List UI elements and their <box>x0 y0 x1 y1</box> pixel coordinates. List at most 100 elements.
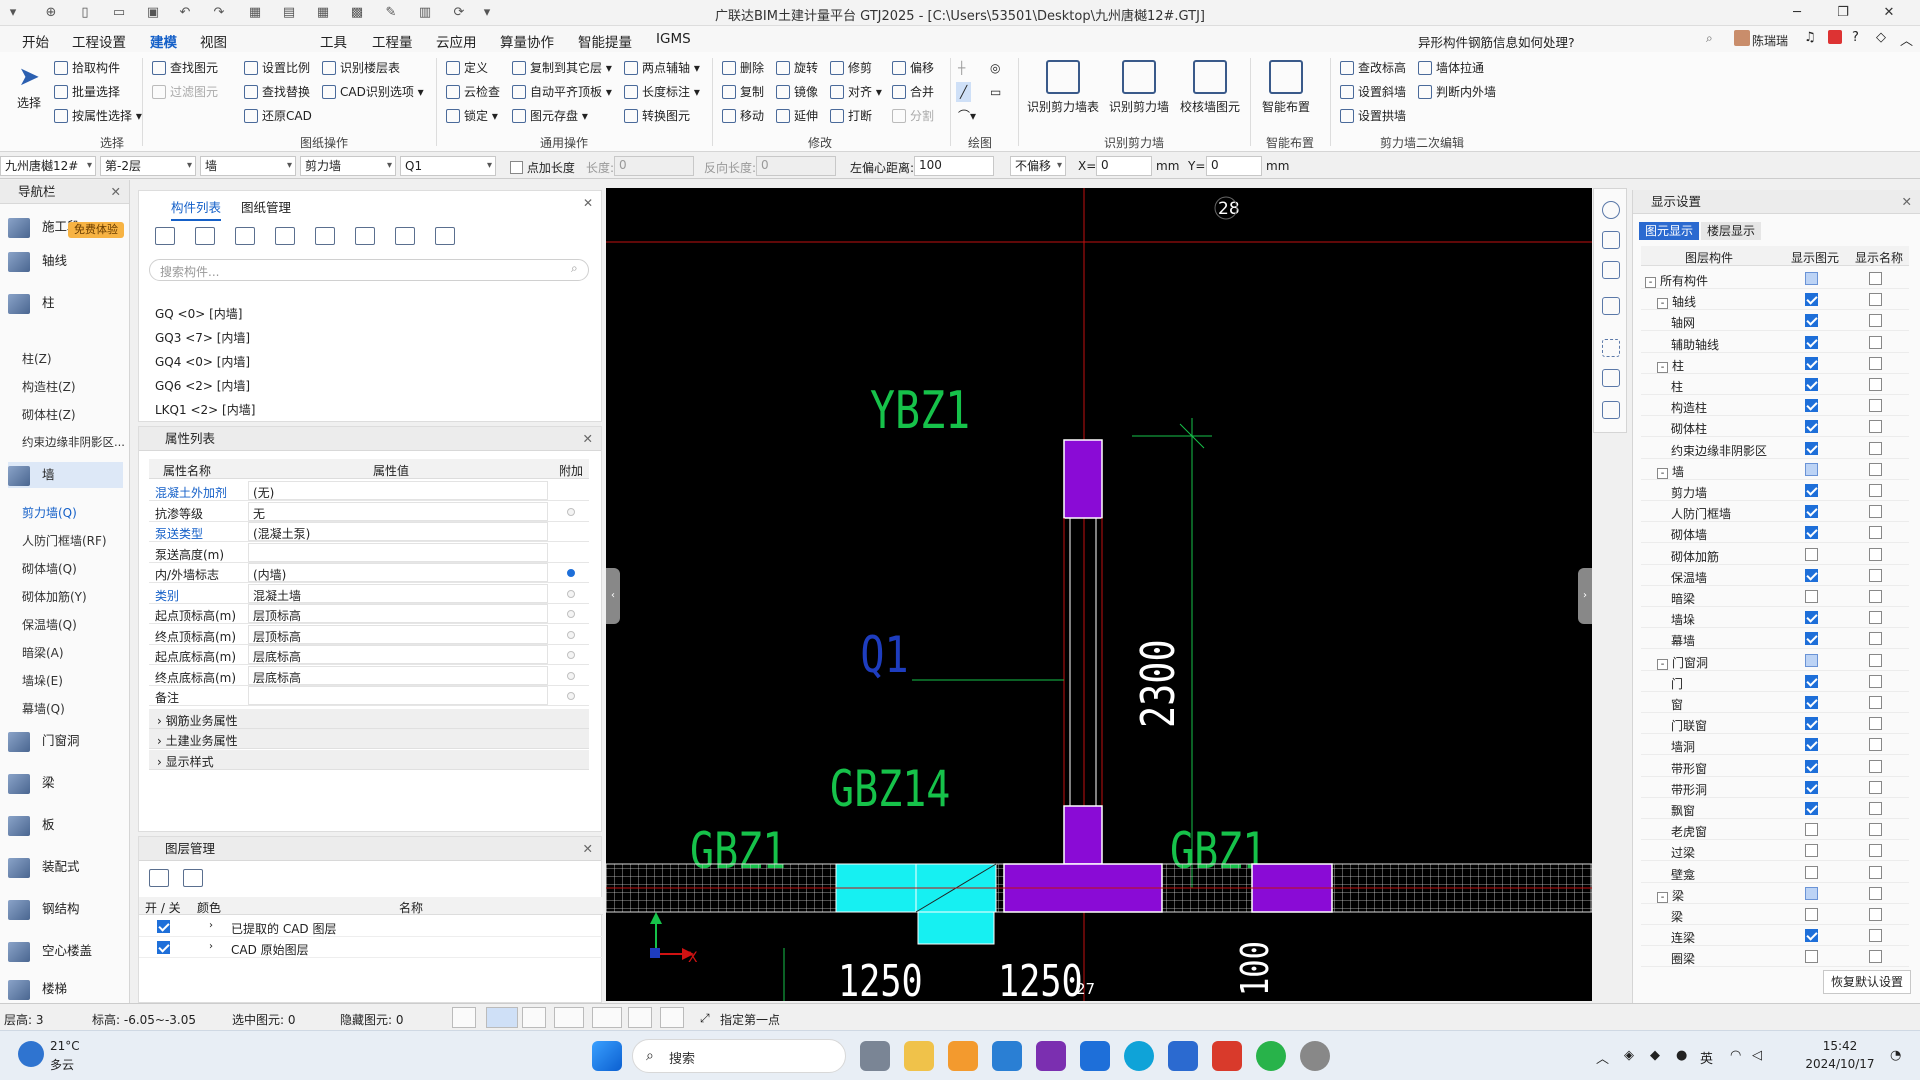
nav-sub-curtain-wall[interactable]: 幕墙(Q) <box>22 700 65 717</box>
tree-collapse-icon[interactable]: - <box>1657 891 1668 903</box>
nav-sub-insulation-wall[interactable]: 保温墙(Q) <box>22 616 77 633</box>
point-length-checkbox[interactable]: 点加长度 <box>510 159 575 176</box>
show-element-checkbox[interactable] <box>1805 420 1818 434</box>
app-icon[interactable] <box>948 1041 978 1071</box>
set-scale-button[interactable]: 设置比例 <box>244 58 310 78</box>
property-row[interactable]: 起点顶标高(m) 层顶标高 <box>149 604 589 624</box>
display-row[interactable]: 人防门框墙 <box>1641 501 1909 523</box>
show-name-checkbox[interactable] <box>1869 632 1882 646</box>
show-element-checkbox[interactable] <box>1805 590 1818 603</box>
move-button[interactable]: 移动 <box>722 106 764 126</box>
collapse-right-handle[interactable]: › <box>1578 568 1592 624</box>
show-name-checkbox[interactable] <box>1869 759 1882 773</box>
show-name-checkbox[interactable] <box>1869 886 1882 900</box>
collapse-ribbon-icon[interactable]: ︿ <box>1900 30 1913 49</box>
menu-project-settings[interactable]: 工程设置 <box>72 31 126 51</box>
nav-sub-constructional-column[interactable]: 构造柱(Z) <box>22 378 76 395</box>
tree-collapse-icon[interactable]: - <box>1657 298 1668 310</box>
display-icon[interactable] <box>628 1007 652 1028</box>
show-name-checkbox[interactable] <box>1869 399 1882 413</box>
display-row[interactable]: 老虎窗 <box>1641 819 1909 841</box>
chrome-icon[interactable] <box>1300 1041 1330 1071</box>
show-element-checkbox[interactable] <box>1805 547 1818 561</box>
property-row[interactable]: 泵送高度(m) <box>149 542 589 563</box>
show-name-checkbox[interactable] <box>1869 844 1882 858</box>
display-row[interactable]: 门 <box>1641 671 1909 692</box>
cube-view-icon[interactable] <box>1602 297 1620 315</box>
wifi-icon[interactable]: ◠ <box>1730 1048 1741 1063</box>
nav-sub-civil-defense-wall[interactable]: 人防门框墙(RF) <box>22 532 107 549</box>
nav-door-window[interactable]: 门窗洞 <box>8 728 123 754</box>
dynamic-input-icon[interactable] <box>592 1007 622 1028</box>
cloud-check-button[interactable]: 云检查 <box>446 82 500 102</box>
show-name-checkbox[interactable] <box>1869 420 1882 434</box>
show-name-checkbox[interactable] <box>1869 823 1882 837</box>
display-row[interactable]: 圈梁 <box>1641 946 1909 968</box>
minimize-icon[interactable]: ─ <box>1774 0 1820 26</box>
attach-dot-icon[interactable] <box>567 589 575 598</box>
2d-view-icon[interactable] <box>1602 231 1620 249</box>
type-select[interactable]: 剪力墙 <box>300 156 396 176</box>
tree-collapse-icon[interactable]: - <box>1657 658 1668 670</box>
show-element-checkbox[interactable] <box>1805 611 1818 625</box>
component-search-input[interactable]: 搜索构件... <box>149 259 589 281</box>
cad-icon[interactable] <box>992 1041 1022 1071</box>
show-name-checkbox[interactable] <box>1869 314 1882 328</box>
nav-axis[interactable]: 轴线 <box>8 248 123 274</box>
show-name-checkbox[interactable] <box>1869 505 1882 519</box>
define-button[interactable]: 定义 <box>446 58 488 78</box>
display-row[interactable]: 门联窗 <box>1641 713 1909 735</box>
display-row[interactable]: 暗梁 <box>1641 586 1909 607</box>
show-element-checkbox[interactable] <box>1805 462 1818 476</box>
property-value[interactable]: (内墙) <box>248 563 548 582</box>
free-trial-badge[interactable]: 免费体验 <box>68 222 124 238</box>
property-value[interactable]: 无 <box>248 501 548 521</box>
attach-dot-icon[interactable] <box>567 692 575 700</box>
show-name-checkbox[interactable] <box>1869 378 1882 391</box>
mirror-button[interactable]: 镜像 <box>776 82 818 102</box>
display-row[interactable]: 梁 <box>1641 904 1909 925</box>
windows-start-icon[interactable] <box>592 1041 622 1071</box>
attach-dot-icon[interactable] <box>567 630 575 639</box>
show-element-checkbox[interactable] <box>1805 674 1818 688</box>
display-row[interactable]: 窗 <box>1641 692 1909 713</box>
close-icon[interactable]: ✕ <box>111 180 121 204</box>
display-row[interactable]: 幕墙 <box>1641 628 1909 650</box>
property-value[interactable]: (无) <box>248 481 548 500</box>
show-name-checkbox[interactable] <box>1869 590 1882 603</box>
restore-cad-button[interactable]: 还原CAD <box>244 106 312 126</box>
show-name-checkbox[interactable] <box>1869 674 1882 688</box>
ortho-icon[interactable] <box>452 1007 476 1028</box>
avatar[interactable] <box>1734 30 1750 46</box>
show-element-checkbox[interactable] <box>1805 738 1818 752</box>
component-select[interactable]: Q1 <box>400 156 496 176</box>
column-gbz14[interactable] <box>1063 805 1103 865</box>
nav-sub-column[interactable]: 柱(Z) <box>22 350 52 367</box>
recognize-floor-table-button[interactable]: 识别楼层表 <box>322 58 400 78</box>
clock-time[interactable]: 15:42 <box>1810 1039 1870 1053</box>
show-name-checkbox[interactable] <box>1869 441 1882 455</box>
cyan-element[interactable] <box>917 911 995 945</box>
settings-view-icon[interactable] <box>1602 369 1620 387</box>
nav-slab[interactable]: 板 <box>8 812 123 838</box>
display-row[interactable]: 带形窗 <box>1641 756 1909 777</box>
show-name-checkbox[interactable] <box>1869 696 1882 709</box>
close-icon[interactable]: ✕ <box>583 837 593 861</box>
show-element-checkbox[interactable] <box>1805 696 1818 709</box>
nav-beam[interactable]: 梁 <box>8 770 123 796</box>
menu-smart-extract[interactable]: 智能提量 <box>578 31 632 51</box>
filter-list-icon[interactable] <box>435 227 455 245</box>
nav-sub-wall-pier[interactable]: 墙垛(E) <box>22 672 63 689</box>
show-element-checkbox[interactable] <box>1805 632 1818 646</box>
nav-hollow-floor[interactable]: 空心楼盖 <box>8 938 123 964</box>
tree-collapse-icon[interactable]: - <box>1645 277 1656 288</box>
display-row[interactable]: -墙 <box>1641 459 1909 480</box>
show-name-checkbox[interactable] <box>1869 547 1882 561</box>
display-row[interactable]: 砌体墙 <box>1641 522 1909 544</box>
attach-dot-icon[interactable] <box>567 651 575 659</box>
taskbar-search[interactable]: 搜索 <box>632 1039 846 1073</box>
menu-collab[interactable]: 算量协作 <box>500 31 554 51</box>
component-item[interactable]: GQ <0> [内墙] <box>155 305 242 322</box>
display-row[interactable]: -梁 <box>1641 883 1909 904</box>
merge-button[interactable]: 合并 <box>892 82 934 102</box>
